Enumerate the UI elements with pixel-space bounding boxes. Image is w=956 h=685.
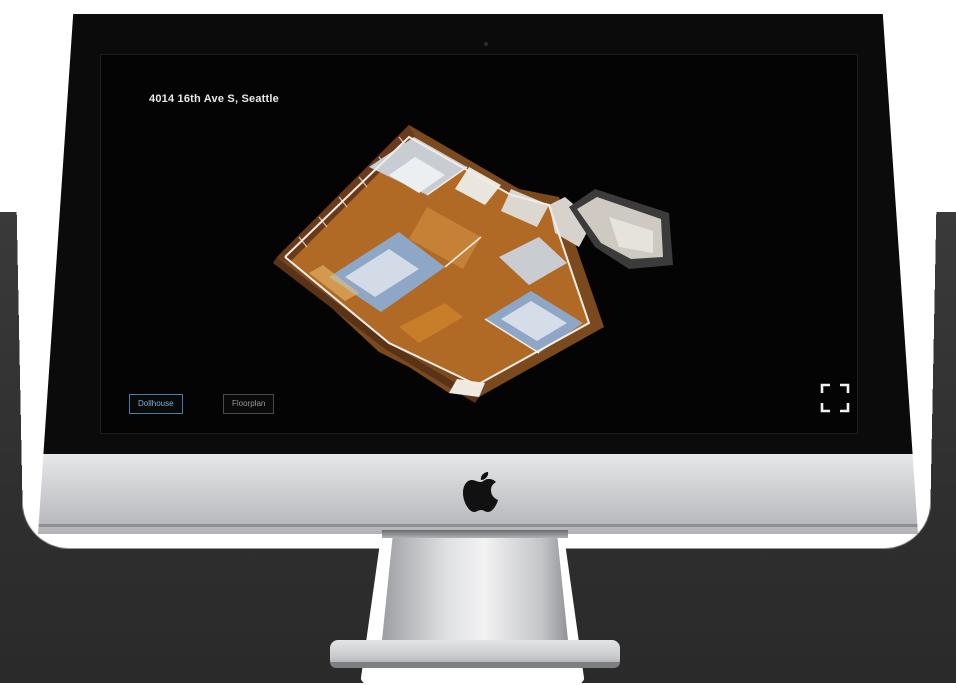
floorplan-button[interactable]: Floorplan	[223, 394, 275, 414]
dollhouse-model-graphic	[273, 125, 673, 403]
dollhouse-3d-model[interactable]	[249, 97, 719, 417]
stand-foot-edge	[330, 662, 620, 668]
apple-logo-icon	[462, 468, 500, 514]
dollhouse-button[interactable]: Dollhouse	[129, 394, 183, 414]
webcam-dot	[484, 42, 488, 46]
imac-monitor: 4014 16th Ave S, Seattle Dollhouse Floor…	[38, 14, 918, 534]
chin-edge	[38, 524, 918, 527]
fullscreen-corners-icon[interactable]	[818, 381, 852, 415]
stand-hinge	[382, 530, 568, 538]
virtual-tour-viewer[interactable]: 4014 16th Ave S, Seattle Dollhouse Floor…	[100, 54, 858, 434]
